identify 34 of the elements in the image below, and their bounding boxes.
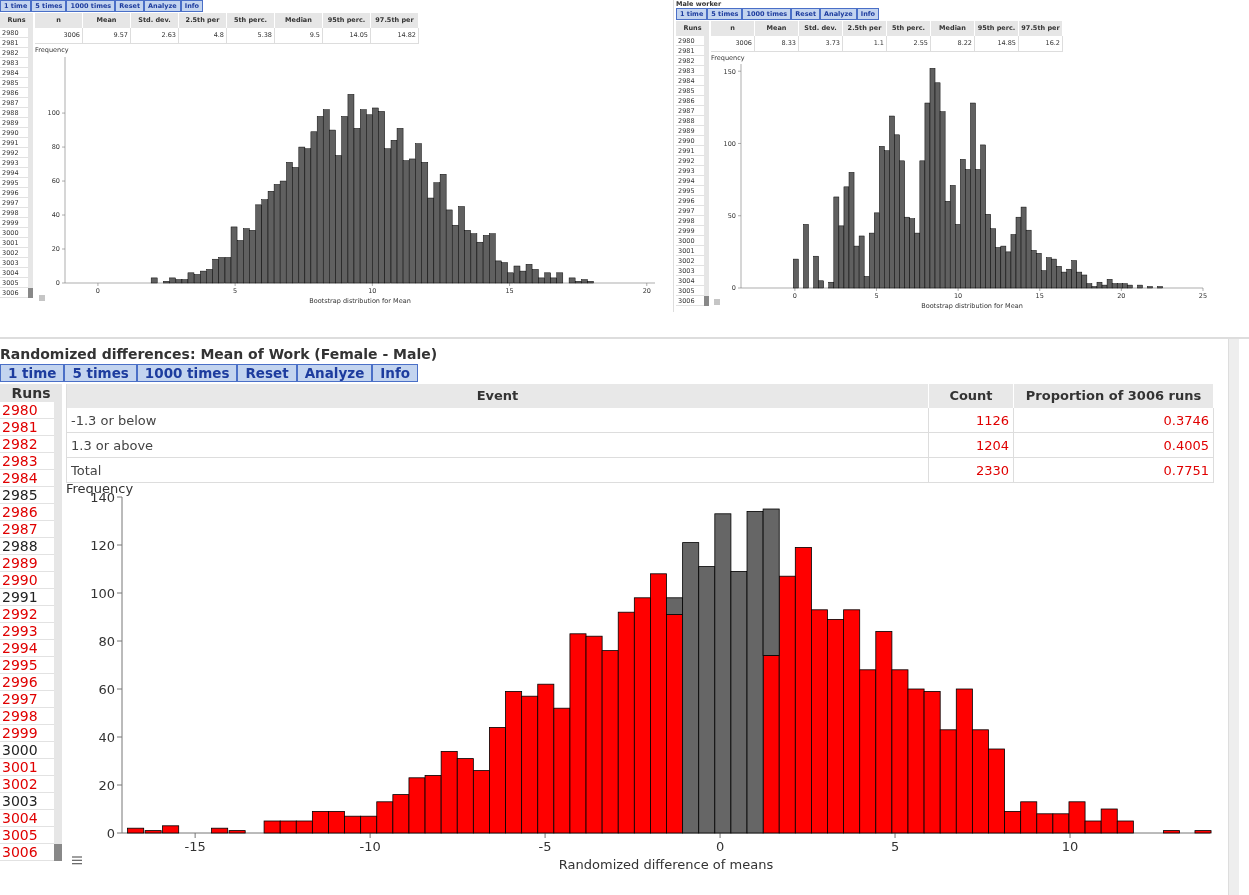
table-cell: -1.3 or below — [67, 408, 929, 433]
column-header: Runs — [0, 384, 62, 402]
tick-label: 5 — [890, 839, 900, 854]
table-cell: 0.7751 — [1014, 458, 1214, 483]
tick-label: 60 — [98, 681, 115, 697]
axis-title: Randomized difference of means — [558, 857, 774, 872]
panel-title: Randomized differences: Mean of Work (Female - Male) — [0, 345, 439, 364]
tick-label: 10 — [1061, 839, 1079, 854]
tick-label: 80 — [98, 633, 115, 649]
tick-label: -5 — [538, 839, 552, 854]
table-cell: 2330 — [929, 458, 1014, 483]
tick-label: 40 — [98, 729, 115, 745]
tick-label: -10 — [359, 839, 381, 854]
tick-label: 20 — [98, 777, 115, 793]
run-button[interactable]: Analyze — [296, 364, 373, 382]
tick-label: 120 — [90, 537, 115, 553]
table-cell: 1126 — [929, 408, 1014, 433]
run-button[interactable]: 5 times — [64, 364, 137, 382]
table-cell: 1204 — [929, 433, 1014, 458]
tick-label: 0 — [715, 839, 725, 854]
tick-label: 0 — [106, 825, 115, 841]
column-header: Event — [67, 384, 929, 408]
tick-label: 100 — [90, 585, 115, 601]
table-cell: 0.4005 — [1014, 433, 1214, 458]
table-cell: Total — [67, 458, 929, 483]
run-button[interactable]: 1 time — [0, 364, 65, 382]
run-button[interactable]: Info — [372, 364, 419, 382]
tick-label: -15 — [184, 839, 206, 854]
run-button[interactable]: 1000 times — [136, 364, 238, 382]
table-cell: 1.3 or above — [67, 433, 929, 458]
column-header: Proportion of 3006 runs — [1014, 384, 1214, 408]
column-header: Count — [929, 384, 1014, 408]
table-cell: 0.3746 — [1014, 408, 1214, 433]
run-button[interactable]: Reset — [237, 364, 297, 382]
